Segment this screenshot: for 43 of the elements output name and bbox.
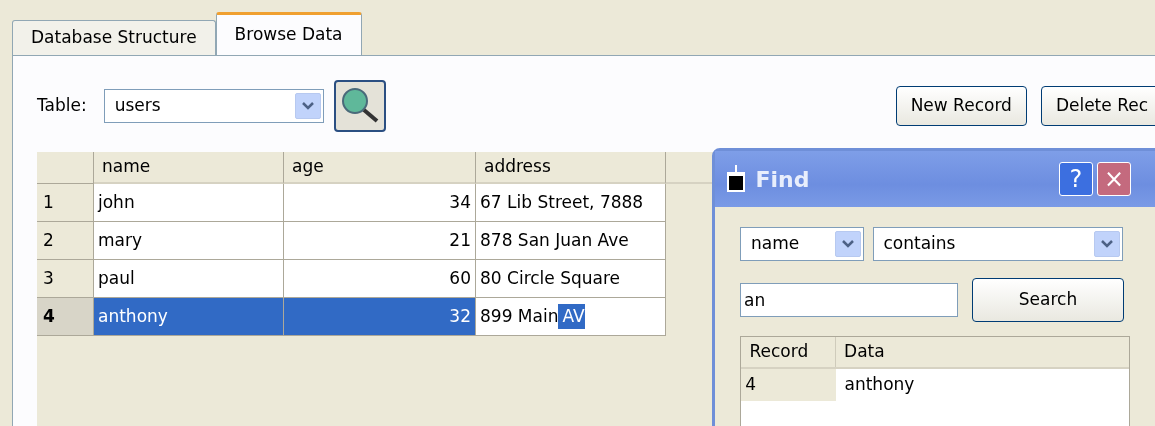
table-cell: 67 Lib Street, 7888 <box>476 184 666 222</box>
toolbar-button[interactable]: Delete Rec <box>1040 86 1155 126</box>
select-value: users <box>114 94 161 118</box>
operator-select[interactable]: contains <box>872 227 1123 261</box>
help-button[interactable]: ? <box>1058 162 1093 196</box>
select-value: name <box>751 232 800 256</box>
field-select[interactable]: name <box>740 227 864 261</box>
column-header[interactable]: age <box>284 152 476 184</box>
close-button[interactable]: × <box>1097 162 1131 196</box>
toolbar-button[interactable]: New Record <box>895 86 1027 126</box>
find-button[interactable] <box>333 80 386 132</box>
window-icon <box>725 165 747 193</box>
row-number[interactable]: 4 <box>37 298 94 336</box>
corner-cell <box>37 152 94 184</box>
window-title: Find <box>755 165 811 194</box>
table-cell: john <box>94 184 284 222</box>
selected-text: AV <box>558 303 585 330</box>
column-header[interactable]: name <box>94 152 284 184</box>
search-button[interactable]: Search <box>972 278 1124 322</box>
table-select[interactable]: users <box>103 89 324 123</box>
table-cell: anthony <box>94 298 284 336</box>
table-cell: paul <box>94 260 284 298</box>
table-cell: 60 <box>284 260 476 298</box>
tab[interactable]: Database Structure <box>12 20 216 55</box>
row-number[interactable]: 2 <box>37 222 94 260</box>
table-cell: mary <box>94 222 284 260</box>
field-label: Table: <box>37 94 87 118</box>
table-cell: 21 <box>284 222 476 260</box>
column-header[interactable]: address <box>476 152 666 184</box>
select-value: contains <box>883 232 956 256</box>
table-cell: 32 <box>284 298 476 336</box>
table-cell: 80 Circle Square <box>476 260 666 298</box>
list-cell[interactable]: 4 <box>741 369 836 401</box>
list-cell[interactable]: anthony <box>836 369 923 401</box>
row-number[interactable]: 1 <box>37 184 94 222</box>
column-header[interactable]: Record <box>741 337 836 367</box>
tab[interactable]: Browse Data <box>215 12 362 55</box>
table-cell: 34 <box>284 184 476 222</box>
table-cell: 878 San Juan Ave <box>476 222 666 260</box>
search-field[interactable]: an <box>740 283 958 317</box>
row-number[interactable]: 3 <box>37 260 94 298</box>
column-header[interactable]: Data <box>835 337 1129 367</box>
cell-editor[interactable]: 899 Main AV <box>476 298 666 336</box>
